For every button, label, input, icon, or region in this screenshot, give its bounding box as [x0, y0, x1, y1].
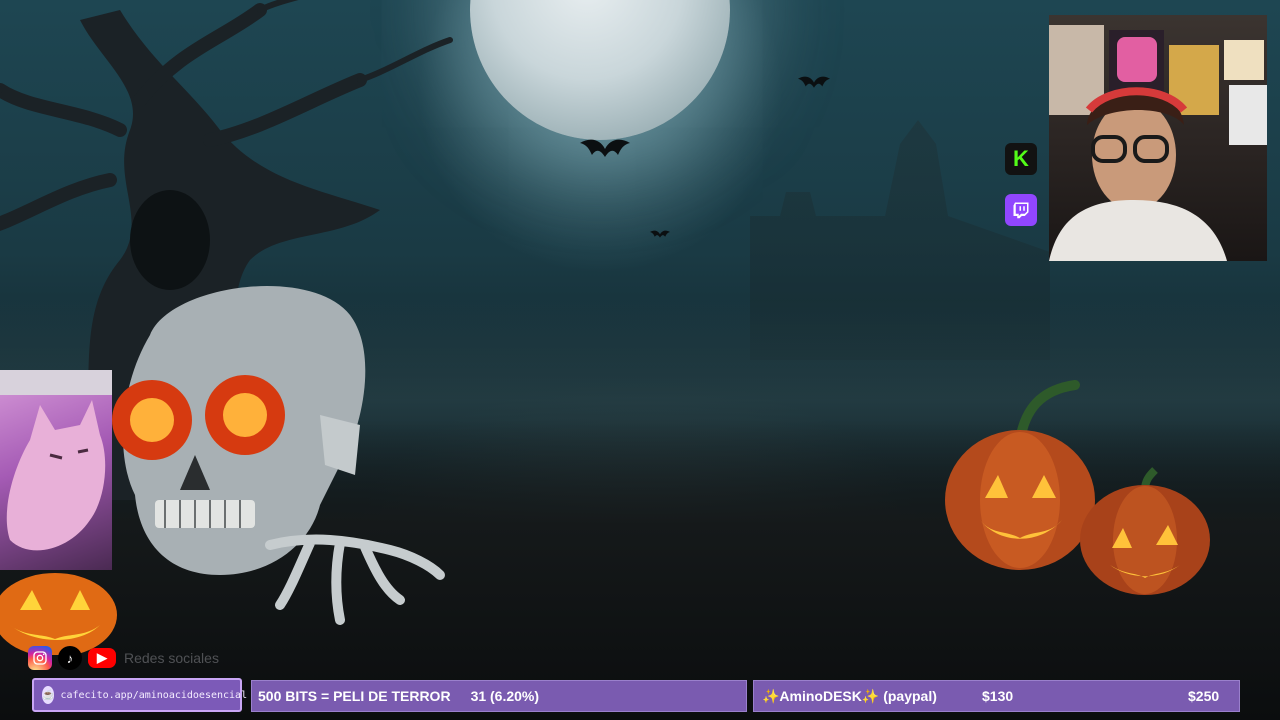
instagram-icon[interactable] [28, 646, 52, 670]
bat-icon [798, 76, 830, 88]
coffee-icon: ☕ [42, 686, 55, 704]
bat-icon [580, 139, 630, 157]
bat-icon [650, 230, 670, 238]
paypal-goal-current: $130 [982, 688, 1014, 704]
cafecito-link[interactable]: ☕ cafecito.app/aminoacidoesencial [32, 678, 247, 712]
cafecito-url: cafecito.app/aminoacidoesencial [60, 689, 248, 701]
tiktok-icon[interactable]: ♪ [58, 646, 82, 670]
twitch-glyph-icon [1013, 202, 1029, 219]
bits-goal-label: 500 BITS = PELI DE TERROR [258, 688, 451, 704]
youtube-icon[interactable]: ▶ [88, 648, 116, 668]
jack-o-lanterns [945, 380, 1210, 595]
streamer-video [1049, 25, 1267, 261]
bits-goal-progress: 31 (6.20%) [470, 688, 540, 704]
kick-icon[interactable]: K [1005, 143, 1037, 175]
webcam-feed [1049, 15, 1267, 261]
moon [470, 0, 730, 140]
bits-goal-bar: 500 BITS = PELI DE TERROR 31 (6.20%) [251, 680, 747, 712]
glowing-skull [112, 286, 445, 625]
small-pumpkin [0, 573, 117, 655]
paypal-goal-target: $250 [1188, 688, 1220, 704]
twitch-icon[interactable] [1005, 194, 1037, 226]
cat-video [0, 370, 112, 551]
instagram-glyph-icon [33, 651, 47, 665]
social-links: ♪ ▶ Redes sociales [28, 646, 219, 670]
paypal-goal-label: ✨AminoDESK✨ (paypal) [762, 687, 937, 704]
paypal-goal-bar: ✨AminoDESK✨ (paypal) $130 $250 [753, 680, 1240, 712]
socials-label: Redes sociales [124, 650, 219, 666]
pet-cam-feed [0, 370, 112, 570]
